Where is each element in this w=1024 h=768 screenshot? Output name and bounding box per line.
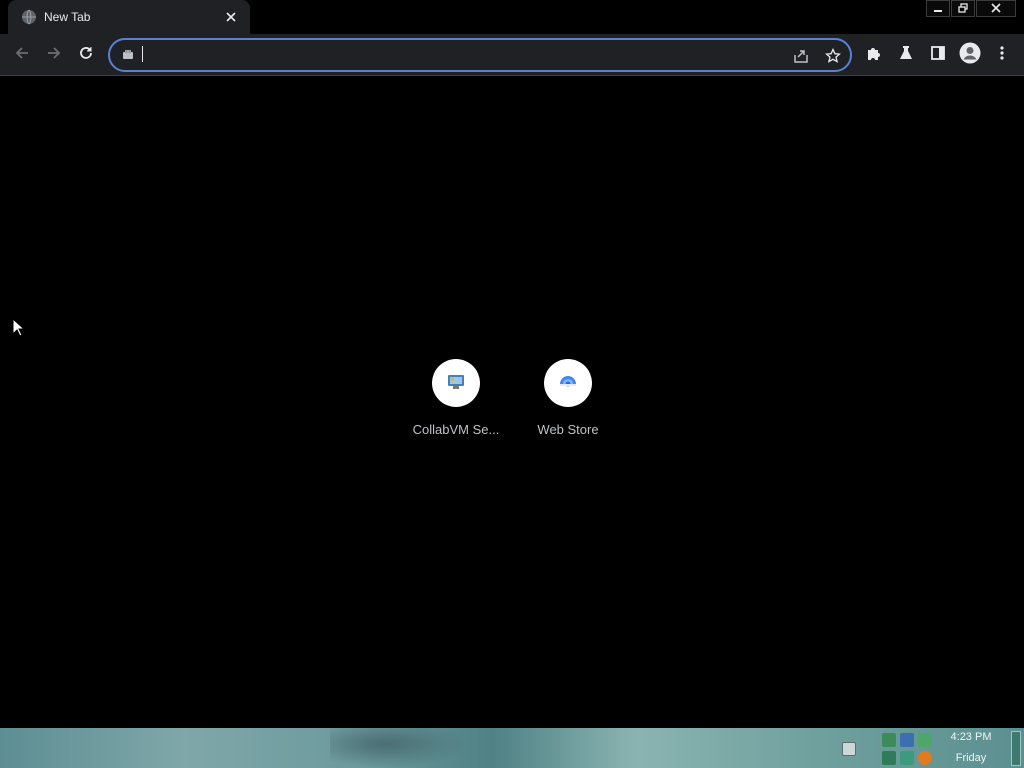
arrow-left-icon — [14, 45, 30, 66]
taskbar — [0, 728, 1024, 768]
window-controls — [925, 0, 1016, 18]
chrome-menu-button[interactable] — [988, 41, 1016, 69]
restore-button[interactable] — [951, 0, 975, 17]
network-icon[interactable] — [882, 733, 896, 747]
window-close-button[interactable] — [976, 0, 1016, 17]
kebab-menu-icon — [1000, 45, 1004, 66]
arrow-right-icon — [46, 45, 62, 66]
shortcut-icon-circle — [544, 359, 592, 407]
reload-icon — [78, 45, 94, 66]
new-tab-page: CollabVM Se... Web Store — [0, 77, 1024, 728]
search-engine-icon — [120, 47, 136, 63]
security-icon[interactable] — [918, 733, 932, 747]
address-bar[interactable] — [108, 38, 852, 72]
shortcut-icon-circle — [432, 359, 480, 407]
search-icon[interactable] — [918, 751, 932, 765]
app-tray-icon[interactable] — [882, 751, 896, 765]
globe-icon — [21, 9, 37, 25]
profile-button[interactable] — [956, 41, 984, 69]
tab-new-tab[interactable]: New Tab — [8, 0, 250, 34]
share-icon[interactable] — [790, 45, 812, 67]
labs-button[interactable] — [892, 41, 920, 69]
shortcut-tile[interactable]: CollabVM Se... — [400, 359, 512, 449]
volume-icon[interactable] — [900, 751, 914, 765]
restore-icon — [958, 0, 968, 18]
mouse-cursor-icon — [12, 317, 26, 338]
text-caret — [142, 46, 143, 62]
minimize-button[interactable] — [926, 0, 950, 17]
forward-button[interactable] — [40, 41, 68, 69]
avatar-icon — [959, 42, 981, 69]
star-icon[interactable] — [822, 45, 844, 67]
extensions-button[interactable] — [860, 41, 888, 69]
tab-strip: New Tab — [0, 0, 1024, 34]
omnibox-input[interactable] — [142, 44, 762, 66]
keyboard-icon[interactable] — [842, 742, 856, 756]
taskbar-clock-day[interactable]: Friday — [946, 752, 996, 764]
taskbar-clock-time[interactable]: 4:23 PM — [946, 731, 996, 743]
web-store-icon — [557, 370, 579, 397]
shortcut-label: Web Store — [537, 422, 599, 437]
tab-title: New Tab — [44, 10, 91, 24]
minimize-icon — [933, 0, 943, 18]
collabvm-icon — [446, 371, 466, 396]
close-icon[interactable] — [222, 8, 240, 26]
close-icon — [991, 0, 1001, 18]
display-icon[interactable] — [900, 733, 914, 747]
back-button[interactable] — [8, 41, 36, 69]
side-panel-icon — [930, 45, 946, 66]
flask-icon — [898, 45, 914, 66]
show-desktop-button[interactable] — [1011, 731, 1021, 766]
side-panel-button[interactable] — [924, 41, 952, 69]
reload-button[interactable] — [72, 41, 100, 69]
toolbar — [0, 34, 1024, 76]
shortcut-label: CollabVM Se... — [412, 422, 500, 437]
shortcut-tile[interactable]: Web Store — [512, 359, 624, 449]
puzzle-icon — [866, 45, 882, 66]
